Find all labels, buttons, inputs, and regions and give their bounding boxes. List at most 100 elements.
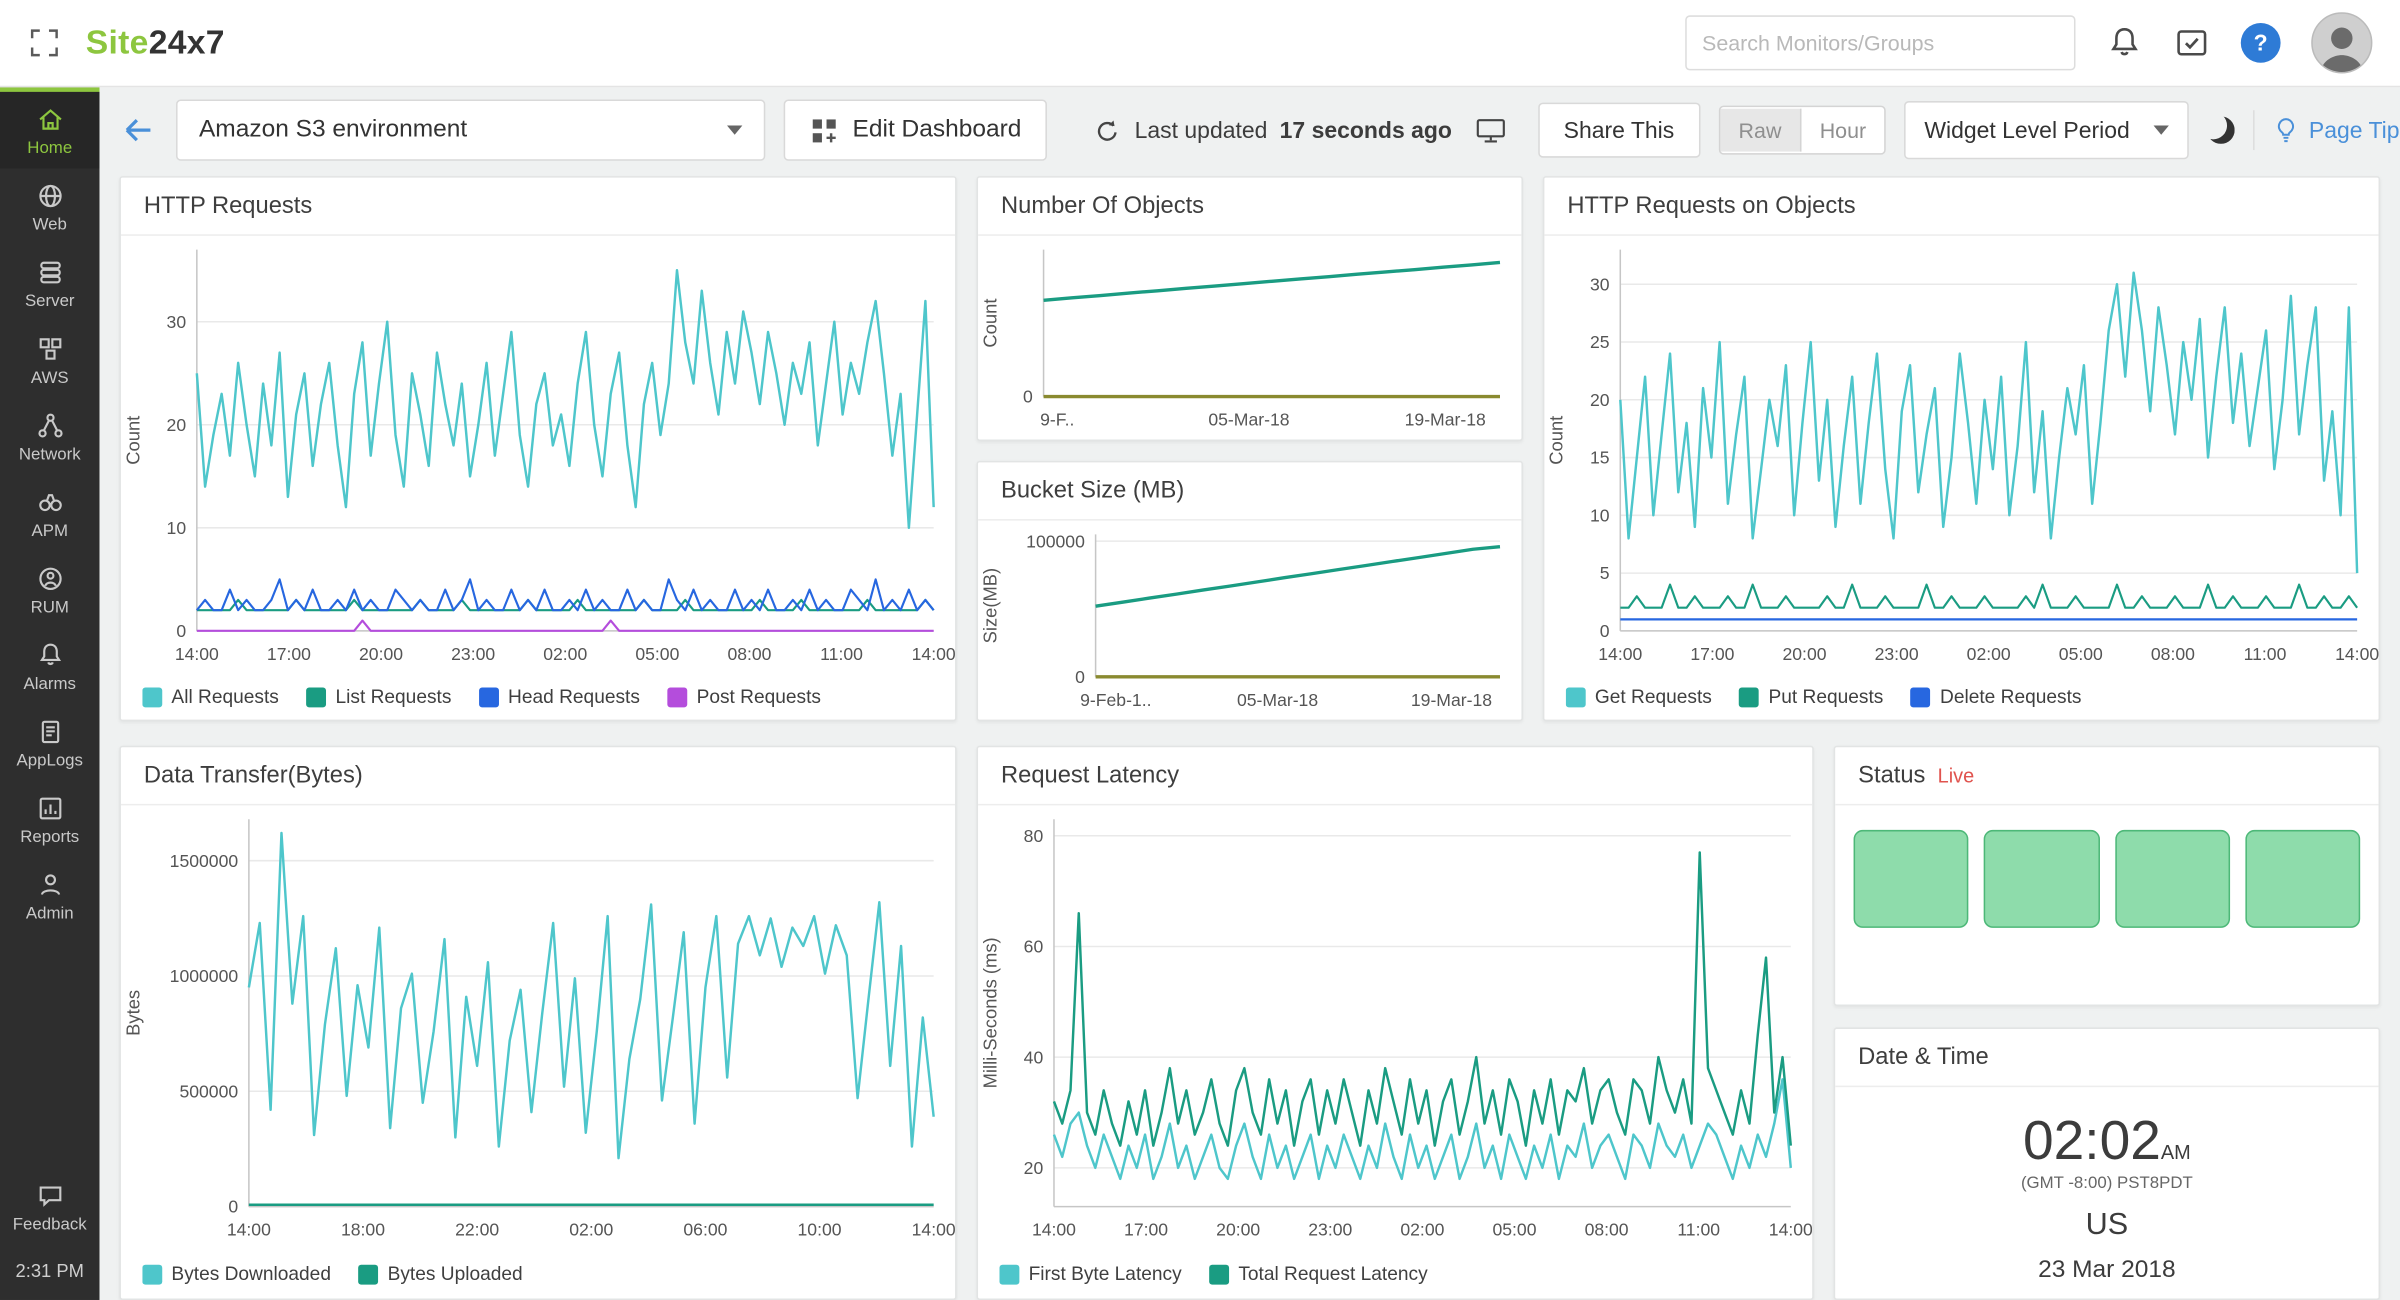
legend-item[interactable]: Delete Requests bbox=[1911, 686, 2082, 707]
widget-data-transfer: Data Transfer(Bytes) 0500000100000015000… bbox=[119, 746, 956, 1300]
svg-text:14:00: 14:00 bbox=[912, 644, 955, 664]
share-this-button[interactable]: Share This bbox=[1538, 103, 1701, 158]
widget-request-latency: Request Latency 2040608014:0017:0020:002… bbox=[977, 746, 1814, 1300]
avatar-silhouette-icon bbox=[2313, 17, 2371, 74]
display-monitor-icon[interactable] bbox=[1473, 115, 1507, 146]
alarm-bell-icon bbox=[34, 640, 65, 671]
svg-text:500000: 500000 bbox=[179, 1081, 238, 1101]
sidebar-item-feedback[interactable]: Feedback bbox=[0, 1168, 99, 1245]
lightbulb-icon bbox=[2274, 116, 2300, 145]
back-arrow-icon[interactable] bbox=[118, 110, 158, 150]
granularity-hour[interactable]: Hour bbox=[1801, 109, 1884, 152]
legend-item[interactable]: Put Requests bbox=[1739, 686, 1883, 707]
status-title: Status bbox=[1858, 747, 1925, 804]
divider bbox=[2254, 110, 2256, 150]
svg-text:14:00: 14:00 bbox=[2335, 644, 2378, 664]
svg-text:Count: Count bbox=[1546, 416, 1567, 465]
svg-text:10: 10 bbox=[1590, 505, 1610, 525]
sidebar-item-network[interactable]: Network bbox=[0, 398, 99, 475]
legend-swatch bbox=[306, 687, 326, 707]
svg-text:1000000: 1000000 bbox=[170, 966, 239, 986]
legend-item[interactable]: Get Requests bbox=[1566, 686, 1712, 707]
sidebar-item-applogs[interactable]: AppLogs bbox=[0, 704, 99, 781]
legend-item[interactable]: Head Requests bbox=[479, 686, 640, 707]
legend-item[interactable]: Bytes Uploaded bbox=[359, 1263, 523, 1284]
widget-date-time: Date & Time 02:02AM (GMT -8:00) PST8PDT … bbox=[1834, 1027, 2380, 1300]
svg-text:14:00: 14:00 bbox=[1598, 644, 1642, 664]
svg-text:0: 0 bbox=[1075, 667, 1085, 687]
last-updated-value: 17 seconds ago bbox=[1280, 117, 1452, 143]
sidebar-item-reports[interactable]: Reports bbox=[0, 781, 99, 858]
widget-level-period-label: Widget Level Period bbox=[1924, 117, 2129, 143]
sidebar-item-home[interactable]: Home bbox=[0, 87, 99, 168]
sidebar-item-aws[interactable]: AWS bbox=[0, 322, 99, 399]
legend-item[interactable]: List Requests bbox=[306, 686, 451, 707]
sidebar-item-label: RUM bbox=[31, 599, 69, 617]
sidebar-item-label: Web bbox=[33, 216, 67, 234]
dashboard-select[interactable]: Amazon S3 environment bbox=[176, 100, 765, 161]
sidebar-item-alarms[interactable]: Alarms bbox=[0, 628, 99, 705]
svg-text:17:00: 17:00 bbox=[267, 644, 311, 664]
refresh-icon[interactable] bbox=[1093, 116, 1122, 145]
expand-icon[interactable] bbox=[28, 26, 62, 60]
help-icon[interactable]: ? bbox=[2241, 23, 2281, 63]
main-content: Amazon S3 environment Edit Dashboard Las… bbox=[99, 87, 2399, 1300]
sidebar-item-admin[interactable]: Admin bbox=[0, 857, 99, 934]
clock-meridiem: AM bbox=[2161, 1141, 2191, 1164]
status-tile[interactable] bbox=[2245, 830, 2360, 928]
granularity-raw[interactable]: Raw bbox=[1720, 109, 1801, 152]
sidebar-item-web[interactable]: Web bbox=[0, 168, 99, 245]
svg-text:17:00: 17:00 bbox=[1690, 644, 1734, 664]
svg-text:19-Mar-18: 19-Mar-18 bbox=[1411, 690, 1492, 710]
sidebar-item-apm[interactable]: APM bbox=[0, 475, 99, 552]
edit-dashboard-button[interactable]: Edit Dashboard bbox=[784, 100, 1048, 161]
svg-text:19-Mar-18: 19-Mar-18 bbox=[1405, 410, 1486, 430]
home-icon bbox=[34, 104, 65, 135]
logo-text-site: Site bbox=[86, 23, 149, 61]
dark-mode-moon-icon[interactable] bbox=[2208, 116, 2236, 144]
svg-text:80: 80 bbox=[1024, 826, 1044, 846]
notifications-bell-icon[interactable] bbox=[2106, 24, 2143, 61]
sidebar-item-server[interactable]: Server bbox=[0, 245, 99, 322]
page-tips-button[interactable]: Page Tips bbox=[2274, 116, 2400, 145]
svg-text:23:00: 23:00 bbox=[1875, 644, 1919, 664]
svg-text:30: 30 bbox=[167, 312, 187, 332]
legend-swatch bbox=[667, 687, 687, 707]
svg-text:11:00: 11:00 bbox=[2244, 644, 2287, 664]
clock-date: 23 Mar 2018 bbox=[1835, 1257, 2378, 1285]
legend-label: Total Request Latency bbox=[1238, 1263, 1427, 1284]
sidebar-item-rum[interactable]: RUM bbox=[0, 551, 99, 628]
sidebar: Home Web Server AWS Network APM RUM Ala bbox=[0, 87, 99, 1300]
widget-http-requests: HTTP Requests 010203014:0017:0020:0023:0… bbox=[119, 176, 956, 721]
status-tile[interactable] bbox=[1984, 830, 2099, 928]
status-tile[interactable] bbox=[2115, 830, 2230, 928]
legend-label: All Requests bbox=[171, 686, 278, 707]
svg-text:40: 40 bbox=[1024, 1047, 1044, 1067]
sidebar-item-label: Admin bbox=[26, 905, 74, 923]
edit-dashboard-label: Edit Dashboard bbox=[853, 116, 1022, 144]
dashboard-select-value: Amazon S3 environment bbox=[199, 116, 467, 144]
site24x7-logo[interactable]: Site24x7 bbox=[86, 23, 225, 63]
legend-item[interactable]: Post Requests bbox=[667, 686, 821, 707]
user-avatar[interactable] bbox=[2311, 12, 2372, 73]
svg-text:08:00: 08:00 bbox=[1585, 1220, 1629, 1240]
widget-http-requests-on-objects: HTTP Requests on Objects 05101520253014:… bbox=[1543, 176, 2380, 721]
widget-level-period-select[interactable]: Widget Level Period bbox=[1904, 101, 2189, 159]
svg-text:22:00: 22:00 bbox=[455, 1220, 499, 1240]
widget-bucket-size: Bucket Size (MB) 01000009-Feb-1..05-Mar-… bbox=[977, 461, 1523, 721]
legend-item[interactable]: Bytes Downloaded bbox=[142, 1263, 331, 1284]
legend-item[interactable]: First Byte Latency bbox=[999, 1263, 1181, 1284]
legend-swatch bbox=[142, 687, 162, 707]
http-requests-legend: All Requests List Requests Head Requests Po… bbox=[142, 674, 946, 720]
legend-swatch bbox=[1566, 687, 1586, 707]
legend-swatch bbox=[479, 687, 499, 707]
inbox-check-icon[interactable] bbox=[2173, 24, 2210, 61]
svg-text:14:00: 14:00 bbox=[912, 1220, 955, 1240]
search-input[interactable] bbox=[1685, 15, 2075, 70]
legend-swatch bbox=[1911, 687, 1931, 707]
legend-item[interactable]: Total Request Latency bbox=[1209, 1263, 1427, 1284]
status-tile[interactable] bbox=[1854, 830, 1969, 928]
svg-text:02:00: 02:00 bbox=[543, 644, 587, 664]
widget-title: Data Transfer(Bytes) bbox=[121, 747, 955, 805]
legend-item[interactable]: All Requests bbox=[142, 686, 279, 707]
